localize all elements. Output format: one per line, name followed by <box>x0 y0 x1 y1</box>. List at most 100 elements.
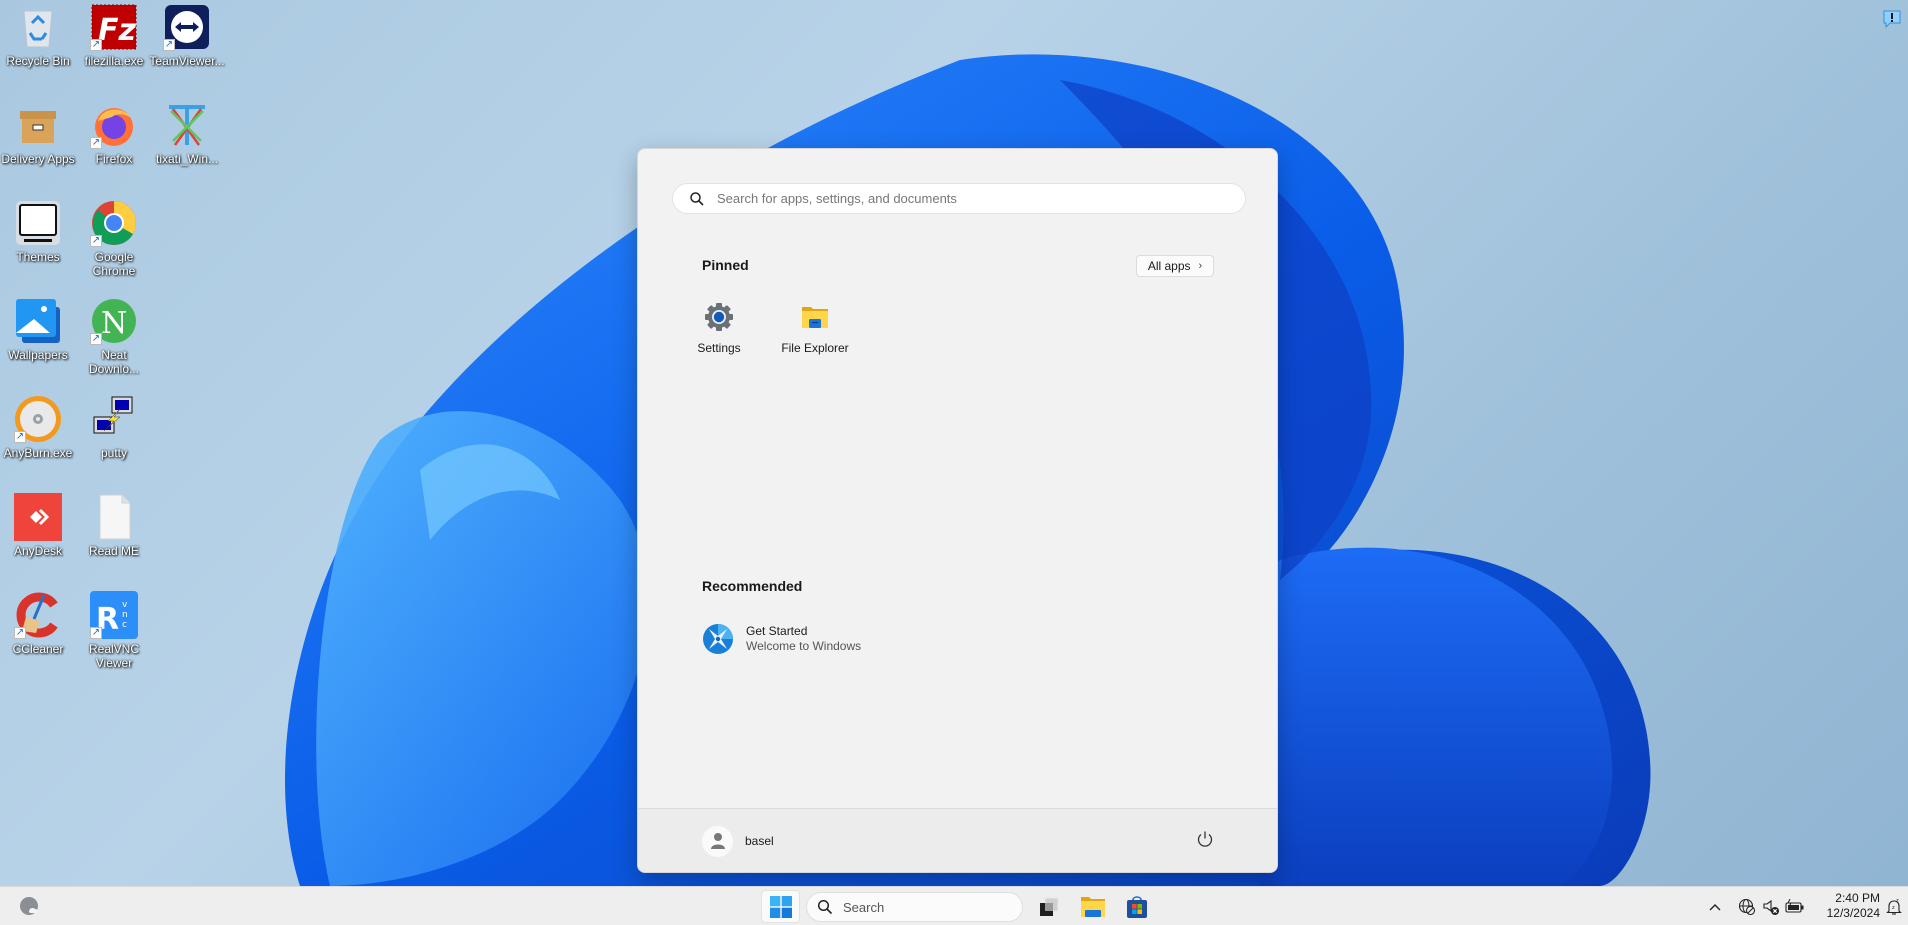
shortcut-arrow-icon: ↗ <box>90 39 102 51</box>
neat-download-icon: N ↗ <box>90 297 138 345</box>
desktop-icon-anyburn[interactable]: ↗ AnyBurn.exe <box>0 392 76 488</box>
desktop-icon-realvnc[interactable]: Rv n c ↗ RealVNC Viewer <box>76 588 152 684</box>
desktop-icon-label: Themes <box>16 250 60 264</box>
shortcut-arrow-icon: ↗ <box>90 137 102 149</box>
teamviewer-icon: ↗ <box>163 3 211 51</box>
search-icon <box>817 899 833 915</box>
notifications-dnd-icon: z z <box>1886 898 1902 915</box>
recommended-subtitle: Welcome to Windows <box>746 639 862 653</box>
desktop-icon-wallpapers[interactable]: Wallpapers <box>0 294 76 390</box>
shortcut-arrow-icon: ↗ <box>90 627 102 639</box>
shortcut-arrow-icon: ↗ <box>14 431 26 443</box>
user-icon <box>710 833 725 849</box>
pinned-item-settings[interactable]: Settings <box>677 297 761 365</box>
taskbar-search-box[interactable]: Search <box>806 892 1023 922</box>
desktop-icon-label: Wallpapers <box>8 348 68 362</box>
svg-text:n: n <box>122 610 128 620</box>
chevron-up-icon <box>1709 903 1721 910</box>
desktop-icon-label: Firefox <box>95 152 133 166</box>
firefox-icon: ↗ <box>90 101 138 149</box>
power-icon <box>1197 831 1213 847</box>
battery-button[interactable] <box>1784 890 1806 923</box>
all-apps-button[interactable]: All apps › <box>1136 255 1214 277</box>
svg-text:N: N <box>101 306 127 341</box>
desktop-icon-firefox[interactable]: ↗ Firefox <box>76 98 152 194</box>
desktop-icon-label: AnyBurn.exe <box>3 446 73 460</box>
recycle-bin-icon <box>14 3 62 51</box>
show-hidden-icons-button[interactable] <box>1704 890 1726 923</box>
pinned-item-file-explorer[interactable]: File Explorer <box>773 297 857 365</box>
readme-icon <box>90 493 138 541</box>
delivery-apps-icon <box>14 101 62 149</box>
avatar <box>702 825 733 857</box>
weather-widget[interactable] <box>16 890 44 923</box>
anyburn-icon: ↗ <box>14 395 62 443</box>
tixati-icon <box>163 101 211 149</box>
putty-icon <box>90 395 138 443</box>
taskbar: Search 2:40 PM 12/3/2024 z z <box>0 886 1908 925</box>
realvnc-icon: Rv n c ↗ <box>90 591 138 639</box>
folder-icon <box>1081 896 1105 917</box>
desktop-icon-ccleaner[interactable]: ↗ CCleaner <box>0 588 76 684</box>
user-name: basel <box>745 834 774 848</box>
desktop-icon-label: TeamViewer... <box>149 54 225 68</box>
taskbar-file-explorer[interactable] <box>1078 890 1108 923</box>
clock-date: 12/3/2024 <box>1826 906 1880 920</box>
shortcut-arrow-icon: ↗ <box>163 39 175 51</box>
svg-text:z: z <box>1896 898 1899 904</box>
clock-button[interactable]: 2:40 PM 12/3/2024 <box>1818 891 1880 921</box>
desktop-icon-themes[interactable]: Themes <box>0 196 76 292</box>
get-started-icon <box>703 624 733 654</box>
anydesk-icon <box>14 493 62 541</box>
start-search-input[interactable] <box>717 191 1217 206</box>
filezilla-icon: Fz ↗ <box>90 3 138 51</box>
network-status-button[interactable] <box>1736 890 1758 923</box>
desktop-icon-filezilla[interactable]: Fz ↗ filezilla.exe <box>76 0 152 96</box>
themes-icon <box>14 199 62 247</box>
task-view-button[interactable] <box>1034 890 1064 923</box>
task-view-icon <box>1040 897 1059 916</box>
desktop-icon-label: CCleaner <box>12 642 64 656</box>
desktop-icon-teamviewer[interactable]: ↗ TeamViewer... <box>149 0 225 96</box>
recommended-heading: Recommended <box>702 578 803 594</box>
desktop-icon-neat-download[interactable]: N ↗ Neat Downlo... <box>76 294 152 390</box>
ccleaner-icon: ↗ <box>14 591 62 639</box>
chevron-right-icon: › <box>1198 260 1203 272</box>
start-button[interactable] <box>761 890 800 923</box>
desktop-icon-tixati[interactable]: tixati_Win... <box>149 98 225 194</box>
desktop-icon-label: Read ME <box>88 544 140 558</box>
recommended-title: Get Started <box>746 624 808 638</box>
desktop-icon-label: RealVNC Viewer <box>88 642 139 670</box>
desktop-icon-label: filezilla.exe <box>84 54 144 68</box>
taskbar-search-label: Search <box>843 899 885 915</box>
desktop-icon-chrome[interactable]: ↗ Google Chrome <box>76 196 152 292</box>
feedback-notification-icon[interactable] <box>1882 9 1902 29</box>
search-icon <box>690 191 704 206</box>
clock-time: 2:40 PM <box>1835 891 1880 905</box>
settings-gear-icon <box>705 303 733 331</box>
volume-button[interactable] <box>1760 890 1782 923</box>
weather-cloud-icon <box>20 896 39 915</box>
desktop-icon-label: Google Chrome <box>92 250 136 278</box>
desktop-icon-label: Recycle Bin <box>6 54 70 68</box>
pinned-heading: Pinned <box>702 257 749 273</box>
desktop-icon-delivery-apps[interactable]: Delivery Apps <box>0 98 76 194</box>
all-apps-label: All apps <box>1147 259 1191 273</box>
folder-icon <box>802 307 828 328</box>
pinned-label: File Explorer <box>781 341 849 355</box>
power-button[interactable] <box>1195 829 1215 849</box>
start-search-box[interactable] <box>672 183 1246 214</box>
desktop-icon-anydesk[interactable]: AnyDesk <box>0 490 76 586</box>
taskbar-microsoft-store[interactable] <box>1122 890 1152 923</box>
desktop-icon-recycle-bin[interactable]: Recycle Bin <box>0 0 76 96</box>
recommended-item-get-started[interactable]: Get Started Welcome to Windows <box>702 621 861 657</box>
windows-logo-icon <box>769 895 792 918</box>
notification-center-button[interactable]: z z <box>1884 890 1904 923</box>
desktop-icon-putty[interactable]: putty <box>76 392 152 488</box>
store-icon <box>1127 895 1147 918</box>
svg-text:c: c <box>122 620 127 630</box>
wallpapers-icon <box>14 297 62 345</box>
desktop-icon-readme[interactable]: Read ME <box>76 490 152 586</box>
pinned-label: Settings <box>697 341 741 355</box>
user-account-button[interactable]: basel <box>702 825 774 857</box>
